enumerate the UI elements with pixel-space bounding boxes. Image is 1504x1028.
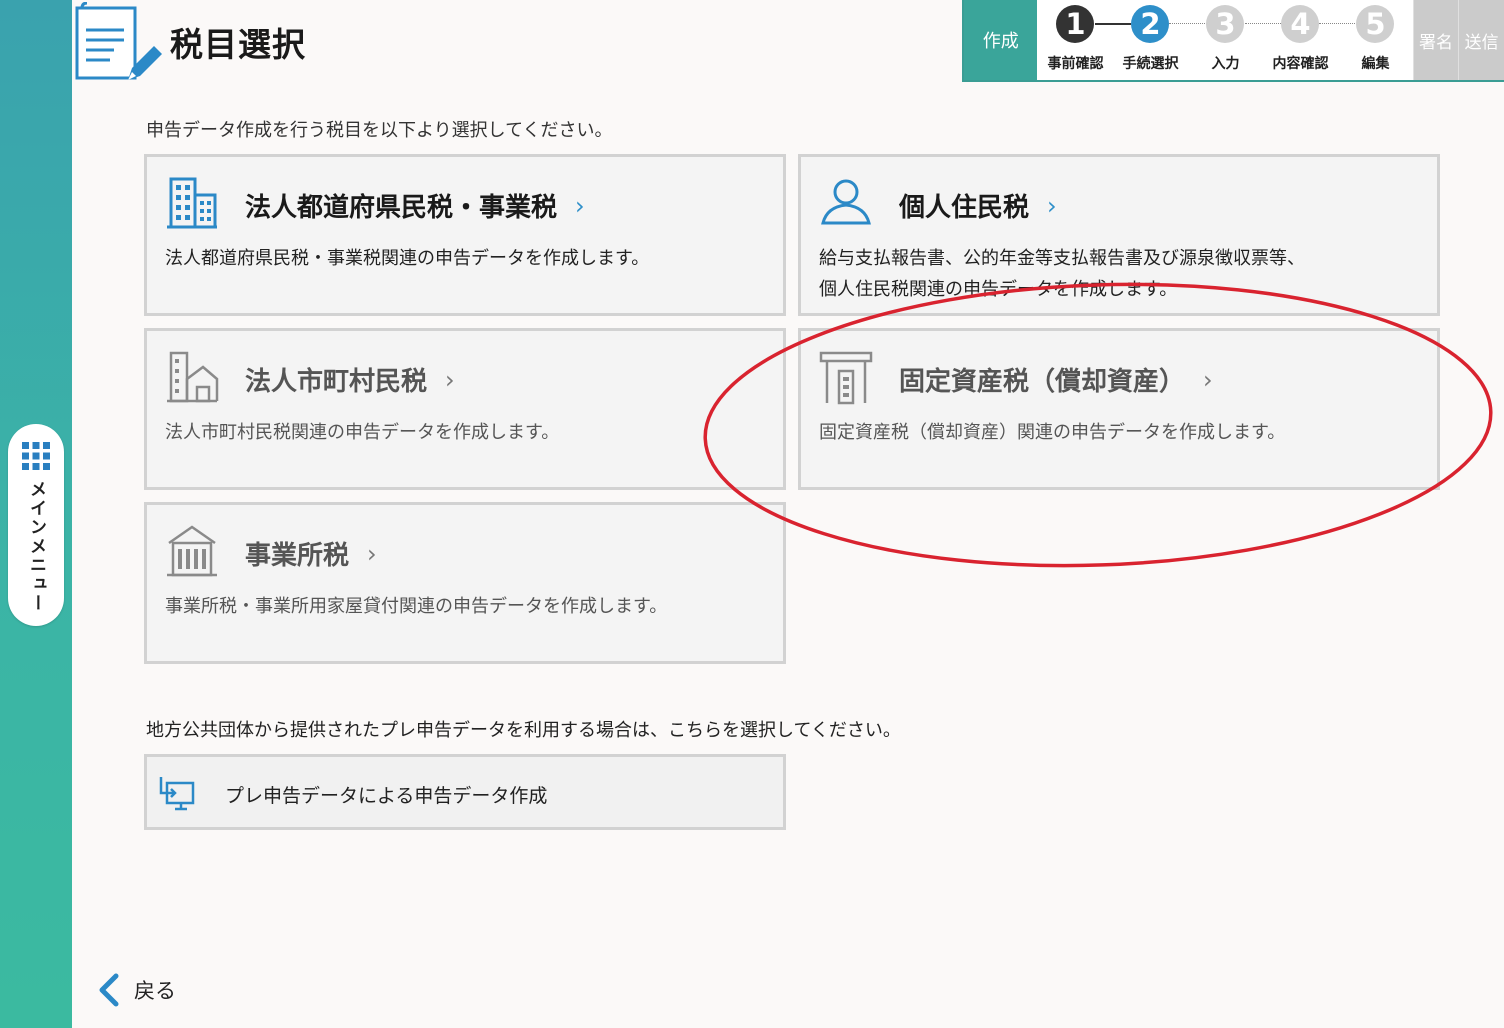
card-title: 事業所税 › (245, 535, 377, 572)
card-corporate-municipal-tax: 法人市町村民税 › 法人市町村民税関連の申告データを作成します。 (144, 328, 786, 490)
card-title-text: 事業所税 (245, 541, 350, 571)
chevron-right-icon: › (1203, 365, 1213, 394)
card-title-text: 個人住民税 (899, 193, 1030, 223)
step-input: 3 入力 (1187, 5, 1263, 73)
step-procedure-select: 2 手続選択 (1112, 5, 1188, 73)
instruction-text: 申告データ作成を行う税目を以下より選択してください。 (146, 120, 613, 141)
step-list: 1 事前確認 2 手続選択 3 入力 4 内容確認 5 編集 (1037, 0, 1413, 80)
shop-icon (819, 351, 873, 405)
sidebar: メインメニュー (0, 0, 72, 1028)
main-menu-button[interactable]: メインメニュー (8, 424, 64, 626)
page-title: 税目選択 (170, 25, 306, 64)
step-number: 2 (1131, 5, 1170, 43)
office-building-icon (167, 177, 217, 229)
step-number: 3 (1206, 5, 1245, 43)
card-description: 法人都道府県民税・事業税関連の申告データを作成します。 (165, 248, 650, 269)
step-number: 4 (1281, 5, 1320, 43)
card-title: 個人住民税 › (899, 187, 1057, 224)
card-description-line: 給与支払報告書、公的年金等支払報告書及び源泉徴収票等、 (819, 248, 1305, 269)
step-label: 事前確認 (1047, 56, 1104, 72)
card-business-office-tax: 事業所税 › 事業所税・事業所用家屋貸付関連の申告データを作成します。 (144, 502, 786, 664)
card-description: 給与支払報告書、公的年金等支払報告書及び源泉徴収票等、 個人住民税関連の申告デー… (819, 243, 1305, 305)
chevron-right-icon: › (575, 191, 585, 220)
chevron-left-icon (99, 973, 119, 1007)
card-title-text: 法人市町村民税 (245, 367, 428, 397)
pre-data-create-button[interactable]: プレ申告データによる申告データ作成 (144, 754, 786, 830)
progress-stepper: 作成 1 事前確認 2 手続選択 3 入力 4 内容確認 5 編集 署名 送信 (962, 0, 1504, 82)
main-menu-label: メインメニュー (26, 480, 46, 613)
step-label: 編集 (1361, 56, 1390, 72)
card-title: 法人市町村民税 › (245, 361, 455, 398)
person-icon (821, 179, 871, 225)
card-individual-resident-tax[interactable]: 個人住民税 › 給与支払報告書、公的年金等支払報告書及び源泉徴収票等、 個人住民… (798, 154, 1440, 316)
step-create-label: 作成 (964, 0, 1038, 80)
step-label: 内容確認 (1272, 56, 1329, 72)
back-label: 戻る (134, 979, 176, 1003)
card-title: 法人都道府県民税・事業税 › (245, 187, 585, 224)
step-edit: 5 編集 (1337, 5, 1413, 73)
card-fixed-asset-tax: 固定資産税（償却資産） › 固定資産税（償却資産）関連の申告データを作成します。 (798, 328, 1440, 490)
back-button[interactable]: 戻る (96, 972, 176, 1008)
monitor-import-icon (159, 777, 195, 811)
step-send: 送信 (1458, 0, 1504, 80)
step-number: 5 (1356, 5, 1395, 43)
step-pre-check: 1 事前確認 (1037, 5, 1113, 73)
card-title-text: 法人都道府県民税・事業税 (245, 193, 558, 223)
card-title-text: 固定資産税（償却資産） (899, 367, 1186, 397)
card-title: 固定資産税（償却資産） › (899, 361, 1213, 398)
building-house-icon (167, 351, 219, 403)
chevron-right-icon: › (445, 365, 455, 394)
pre-data-create-label: プレ申告データによる申告データ作成 (225, 785, 548, 807)
card-description-line: 個人住民税関連の申告データを作成します。 (819, 279, 1178, 300)
grid-icon (22, 442, 50, 470)
chevron-right-icon: › (1047, 191, 1057, 220)
step-number: 1 (1056, 5, 1095, 43)
chevron-right-icon: › (367, 539, 377, 568)
step-label: 入力 (1211, 56, 1240, 72)
step-review: 4 内容確認 (1262, 5, 1338, 73)
card-description: 固定資産税（償却資産）関連の申告データを作成します。 (819, 422, 1286, 443)
pre-data-instruction: 地方公共団体から提供されたプレ申告データを利用する場合は、こちらを選択してくださ… (146, 720, 901, 741)
step-label: 手続選択 (1122, 56, 1179, 72)
office-icon (167, 525, 217, 577)
card-description: 法人市町村民税関連の申告データを作成します。 (165, 422, 560, 443)
step-sign: 署名 (1412, 0, 1459, 80)
card-corporate-prefectural-tax[interactable]: 法人都道府県民税・事業税 › 法人都道府県民税・事業税関連の申告データを作成しま… (144, 154, 786, 316)
document-edit-icon (75, 2, 162, 80)
card-description: 事業所税・事業所用家屋貸付関連の申告データを作成します。 (165, 596, 668, 617)
